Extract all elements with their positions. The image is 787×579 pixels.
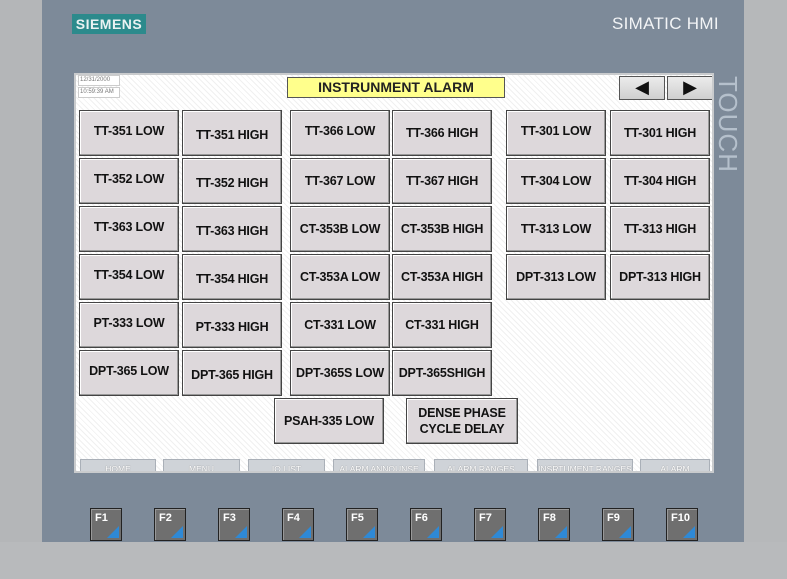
fbar-alarm-ranges-label: ALARM RANGES	[447, 463, 515, 473]
alarm-button-tt-351-low[interactable]: TT-351 LOW	[79, 110, 179, 156]
function-key-f5[interactable]: F5	[346, 508, 378, 541]
alarm-button-tt-352-low[interactable]: TT-352 LOW	[79, 158, 179, 204]
next-page-button[interactable]: ▶	[667, 76, 712, 100]
alarm-button-ct-353a-high[interactable]: CT-353A HIGH	[392, 254, 492, 300]
alarm-button-pt-333-low[interactable]: PT-333 LOW	[79, 302, 179, 348]
fbar-io-list-label: IO LIST	[271, 463, 302, 473]
fbar-instrument-ranges-label: INSRTUMENT RANGES	[538, 463, 632, 473]
function-key-f7[interactable]: F7	[474, 508, 506, 541]
fbar-menu-label: MENU	[188, 463, 215, 473]
alarm-button-tt-363-high[interactable]: TT-363 HIGH	[182, 206, 282, 252]
fbar-menu-button[interactable]: MENU	[163, 459, 240, 473]
alarm-button-ct-331-low[interactable]: CT-331 LOW	[290, 302, 390, 348]
alarm-button-dpt-365s-low[interactable]: DPT-365S LOW	[290, 350, 390, 396]
fbar-alarm-label: ALARM	[660, 463, 690, 473]
alarm-button-tt-366-low[interactable]: TT-366 LOW	[290, 110, 390, 156]
key-label: F1	[95, 512, 108, 524]
page-title: INSTRUNMENT ALARM	[287, 77, 505, 98]
model-label: SIMATIC HMI	[612, 14, 719, 33]
hmi-screen: 12/31/2000 10:59:39 AM INSTRUNMENT ALARM…	[74, 73, 714, 473]
alarm-button-tt-304-high[interactable]: TT-304 HIGH	[610, 158, 710, 204]
siemens-logo: SIEMENS	[72, 14, 146, 34]
alarm-button-dpt-365-high[interactable]: DPT-365 HIGH	[182, 350, 282, 396]
fbar-alarm-button[interactable]: ALARM	[640, 459, 710, 473]
fbar-io-list-button[interactable]: IO LIST	[248, 459, 325, 473]
fbar-alarm-ranges-button[interactable]: ALARM RANGES	[434, 459, 528, 473]
alarm-button-tt-301-high[interactable]: TT-301 HIGH	[610, 110, 710, 156]
alarm-button-tt-367-low[interactable]: TT-367 LOW	[290, 158, 390, 204]
alarm-button-pt-333-high[interactable]: PT-333 HIGH	[182, 302, 282, 348]
function-key-f9[interactable]: F9	[602, 508, 634, 541]
function-key-f6[interactable]: F6	[410, 508, 442, 541]
alarm-button-tt-301-low[interactable]: TT-301 LOW	[506, 110, 606, 156]
alarm-button-tt-304-low[interactable]: TT-304 LOW	[506, 158, 606, 204]
alarm-button-tt-366-high[interactable]: TT-366 HIGH	[392, 110, 492, 156]
fbar-instrument-ranges-button[interactable]: INSRTUMENT RANGES	[537, 459, 633, 473]
alarm-button-tt-351-high[interactable]: TT-351 HIGH	[182, 110, 282, 156]
function-key-f3[interactable]: F3	[218, 508, 250, 541]
function-key-f4[interactable]: F4	[282, 508, 314, 541]
date-field: 12/31/2000	[78, 75, 120, 86]
alarm-button-psah-335-low[interactable]: PSAH-335 LOW	[274, 398, 384, 444]
key-label: F6	[415, 512, 428, 524]
previous-page-button[interactable]: ◀	[619, 76, 665, 100]
function-key-f1[interactable]: F1	[90, 508, 122, 541]
alarm-button-tt-313-low[interactable]: TT-313 LOW	[506, 206, 606, 252]
key-label: F4	[287, 512, 300, 524]
time-field: 10:59:39 AM	[78, 87, 120, 98]
function-key-f2[interactable]: F2	[154, 508, 186, 541]
key-label: F8	[543, 512, 556, 524]
key-label: F3	[223, 512, 236, 524]
alarm-button-tt-352-high[interactable]: TT-352 HIGH	[182, 158, 282, 204]
alarm-button-ct-353a-low[interactable]: CT-353A LOW	[290, 254, 390, 300]
fbar-home-button[interactable]: HOME	[80, 459, 156, 473]
alarm-button-dpt-313-high[interactable]: DPT-313 HIGH	[610, 254, 710, 300]
alarm-button-dense-phase-cycle-delay[interactable]: DENSE PHASE CYCLE DELAY	[406, 398, 518, 444]
key-label: F9	[607, 512, 620, 524]
background-strip	[0, 542, 787, 579]
alarm-button-dpt-365-low[interactable]: DPT-365 LOW	[79, 350, 179, 396]
alarm-button-tt-313-high[interactable]: TT-313 HIGH	[610, 206, 710, 252]
touch-label: TOUCH	[713, 76, 743, 173]
key-label: F2	[159, 512, 172, 524]
datetime-display: 12/31/2000 10:59:39 AM	[78, 75, 120, 99]
fbar-alarm-announse-label: ALARM ANNOUNSE	[339, 463, 419, 473]
fbar-home-label: HOME	[105, 463, 131, 473]
alarm-button-tt-354-low[interactable]: TT-354 LOW	[79, 254, 179, 300]
function-key-f8[interactable]: F8	[538, 508, 570, 541]
background-strip	[744, 0, 787, 542]
alarm-button-ct-353b-low[interactable]: CT-353B LOW	[290, 206, 390, 252]
alarm-button-ct-353b-high[interactable]: CT-353B HIGH	[392, 206, 492, 252]
function-key-f10[interactable]: F10	[666, 508, 698, 541]
fbar-alarm-announse-button[interactable]: ALARM ANNOUNSE	[333, 459, 425, 473]
alarm-button-tt-367-high[interactable]: TT-367 HIGH	[392, 158, 492, 204]
key-label: F5	[351, 512, 364, 524]
alarm-button-tt-363-low[interactable]: TT-363 LOW	[79, 206, 179, 252]
key-label: F10	[671, 512, 690, 524]
alarm-button-dpt-365s-high[interactable]: DPT-365SHIGH	[392, 350, 492, 396]
alarm-button-dpt-313-low[interactable]: DPT-313 LOW	[506, 254, 606, 300]
key-label: F7	[479, 512, 492, 524]
alarm-button-ct-331-high[interactable]: CT-331 HIGH	[392, 302, 492, 348]
alarm-button-tt-354-high[interactable]: TT-354 HIGH	[182, 254, 282, 300]
